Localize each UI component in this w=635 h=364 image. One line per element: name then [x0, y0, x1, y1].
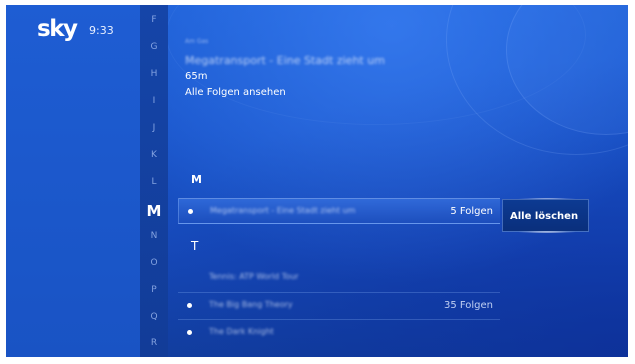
- detail-meta: Am Gas: [185, 38, 209, 45]
- episode-count: 35 Folgen: [443, 300, 493, 311]
- alpha-letter-m-active[interactable]: M: [140, 202, 168, 220]
- list-item-selected[interactable]: Megatransport - Eine Stadt zieht um 5 Fo…: [178, 198, 500, 224]
- clock-time: 9:33: [89, 24, 114, 37]
- alpha-letter-o[interactable]: O: [140, 258, 168, 268]
- episode-count: 5 Folgen: [450, 206, 493, 217]
- alpha-letter-j[interactable]: J: [140, 123, 168, 133]
- list-item-title: Tennis: ATP World Tour: [209, 272, 299, 281]
- detail-title: Megatransport - Eine Stadt zieht um: [185, 54, 385, 67]
- alpha-letter-n[interactable]: N: [140, 231, 168, 241]
- all-episodes-link[interactable]: Alle Folgen ansehen: [185, 87, 286, 98]
- alphabet-rail[interactable]: F G H I J K L M N O P Q R: [140, 5, 168, 357]
- tv-screen: sky 9:33 F G H I J K L M N O P Q R Am Ga…: [6, 5, 628, 357]
- detail-duration: 65m: [185, 71, 208, 82]
- sky-logo: sky: [37, 16, 78, 42]
- alpha-letter-i[interactable]: I: [140, 96, 168, 106]
- alpha-letter-p[interactable]: P: [140, 285, 168, 295]
- list-item-title: The Dark Knight: [209, 327, 274, 336]
- left-panel: sky 9:33: [6, 5, 140, 357]
- bullet-dot: [188, 209, 193, 214]
- section-header-t: T: [191, 239, 199, 253]
- alpha-letter-k[interactable]: K: [140, 150, 168, 160]
- alpha-letter-g[interactable]: G: [140, 42, 168, 52]
- alpha-letter-q[interactable]: Q: [140, 312, 168, 322]
- bullet-dot: [187, 303, 192, 308]
- alpha-letter-l[interactable]: L: [140, 177, 168, 187]
- list-item[interactable]: Tennis: ATP World Tour: [178, 265, 500, 291]
- alpha-letter-f[interactable]: F: [140, 15, 168, 25]
- bullet-dot: [187, 330, 192, 335]
- section-header-m: M: [191, 173, 202, 186]
- list-item[interactable]: The Dark Knight: [178, 320, 500, 346]
- list-item-title: The Big Bang Theory: [209, 300, 293, 309]
- list-item[interactable]: The Big Bang Theory 35 Folgen: [178, 293, 500, 319]
- list-item-title: Megatransport - Eine Stadt zieht um: [210, 206, 356, 215]
- alpha-letter-h[interactable]: H: [140, 69, 168, 79]
- focus-glow: [517, 231, 577, 233]
- alpha-letter-r[interactable]: R: [140, 338, 168, 348]
- delete-all-button[interactable]: Alle löschen: [502, 199, 589, 232]
